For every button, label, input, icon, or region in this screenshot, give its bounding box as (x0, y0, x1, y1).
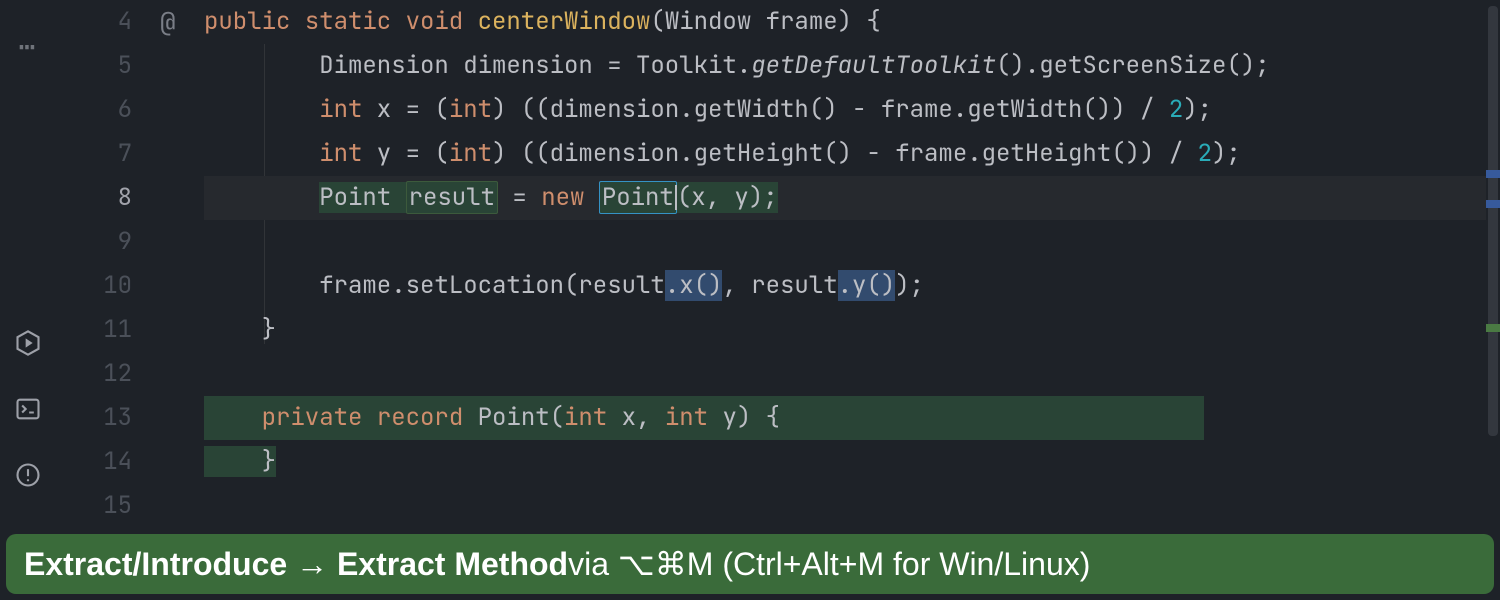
line-number: 7 (56, 132, 132, 176)
gutter-annotations: @ (156, 0, 204, 528)
code-text: ) ((dimension.getHeight() - frame.getHei… (492, 138, 1198, 169)
keyword: int (319, 94, 362, 125)
line-number: 11 (56, 308, 132, 352)
line-number: 15 (56, 484, 132, 528)
usage-highlight: .y() (838, 270, 896, 301)
change-marker[interactable] (1486, 200, 1500, 208)
code-text: ); (1212, 138, 1241, 169)
code-text (204, 138, 319, 169)
usage-highlight: .x() (665, 270, 723, 301)
line-number: 9 (56, 220, 132, 264)
code-text: y) { (708, 402, 780, 433)
modified-icon[interactable]: @ (160, 0, 176, 44)
add-marker[interactable] (1486, 324, 1500, 332)
keyword: int (564, 402, 607, 433)
learn-hint-bar: Extract/Introduce → Extract Method via ⌥… (6, 534, 1494, 594)
code-line[interactable] (204, 220, 1500, 264)
code-line[interactable]: } (204, 440, 1500, 484)
code-text: ); (1183, 94, 1212, 125)
tool-strip: ⋯ (0, 0, 56, 528)
code-line[interactable] (204, 484, 1500, 528)
run-hex-icon[interactable] (10, 325, 46, 361)
cursor-token[interactable]: Point (599, 181, 677, 214)
line-number: 8 (56, 176, 132, 220)
code-line[interactable]: public static void centerWindow(Window f… (204, 0, 1500, 44)
rename-target[interactable]: result (406, 181, 498, 214)
line-number: 12 (56, 352, 132, 396)
code-text: , result (722, 270, 837, 301)
code-text: } (204, 446, 276, 477)
static-call: getDefaultToolkit (751, 50, 996, 81)
scrollbar[interactable] (1486, 0, 1500, 528)
keyword: int (449, 138, 492, 169)
change-marker[interactable] (1486, 170, 1500, 178)
code-text: x = ( (362, 94, 448, 125)
code-line[interactable]: Point result = new Point(x, y); (204, 176, 1500, 220)
keyword: int (665, 402, 708, 433)
keyword: private (262, 402, 363, 433)
signature: (Window frame) { (650, 6, 880, 37)
method-name: centerWindow (478, 6, 651, 37)
keyword: public static void (204, 6, 463, 37)
code-text: y = ( (362, 138, 448, 169)
keyword: record (362, 402, 477, 433)
type: Point( (478, 402, 564, 433)
type: Point (319, 182, 405, 213)
code-text (204, 402, 262, 433)
code-editor: ⋯ 4 5 6 7 8 9 10 11 (0, 0, 1500, 528)
code-line[interactable]: private record Point(int x, int y) { (204, 396, 1500, 440)
terminal-icon[interactable] (10, 391, 46, 427)
number-literal: 2 (1198, 138, 1212, 169)
code-line[interactable]: int y = (int) ((dimension.getHeight() - … (204, 132, 1500, 176)
code-text: ) ((dimension.getWidth() - frame.getWidt… (492, 94, 1169, 125)
line-number-gutter: 4 5 6 7 8 9 10 11 12 13 14 15 (56, 0, 156, 528)
keyword: new (541, 182, 599, 213)
code-line[interactable]: frame.setLocation(result.x(), result.y()… (204, 264, 1500, 308)
more-icon[interactable]: ⋯ (19, 28, 38, 65)
line-number: 14 (56, 440, 132, 484)
code-text: Dimension dimension = Toolkit. (204, 50, 751, 81)
code-text: x, (607, 402, 665, 433)
code-text: frame.setLocation(result (204, 270, 665, 301)
code-text: (x, y); (677, 182, 778, 213)
code-line[interactable]: } (204, 308, 1500, 352)
hint-text: via ⌥⌘M (Ctrl+Alt+M for Win/Linux) (568, 545, 1090, 583)
line-number: 4 (56, 0, 132, 44)
line-number: 13 (56, 396, 132, 440)
code-text: } (204, 314, 276, 345)
code-text: ().getScreenSize(); (996, 50, 1270, 81)
keyword: int (449, 94, 492, 125)
line-number: 10 (56, 264, 132, 308)
code-text: = (498, 182, 541, 213)
line-number: 5 (56, 44, 132, 88)
hint-text-bold: Extract/Introduce → Extract Method (24, 546, 568, 583)
code-text (204, 182, 319, 213)
number-literal: 2 (1169, 94, 1183, 125)
code-text (204, 94, 319, 125)
code-line[interactable]: int x = (int) ((dimension.getWidth() - f… (204, 88, 1500, 132)
code-text: ); (895, 270, 924, 301)
keyword: int (319, 138, 362, 169)
code-area[interactable]: public static void centerWindow(Window f… (204, 0, 1500, 528)
code-line[interactable] (204, 352, 1500, 396)
scrollbar-thumb[interactable] (1488, 6, 1498, 436)
code-line[interactable]: Dimension dimension = Toolkit.getDefault… (204, 44, 1500, 88)
problems-icon[interactable] (10, 457, 46, 493)
line-number: 6 (56, 88, 132, 132)
